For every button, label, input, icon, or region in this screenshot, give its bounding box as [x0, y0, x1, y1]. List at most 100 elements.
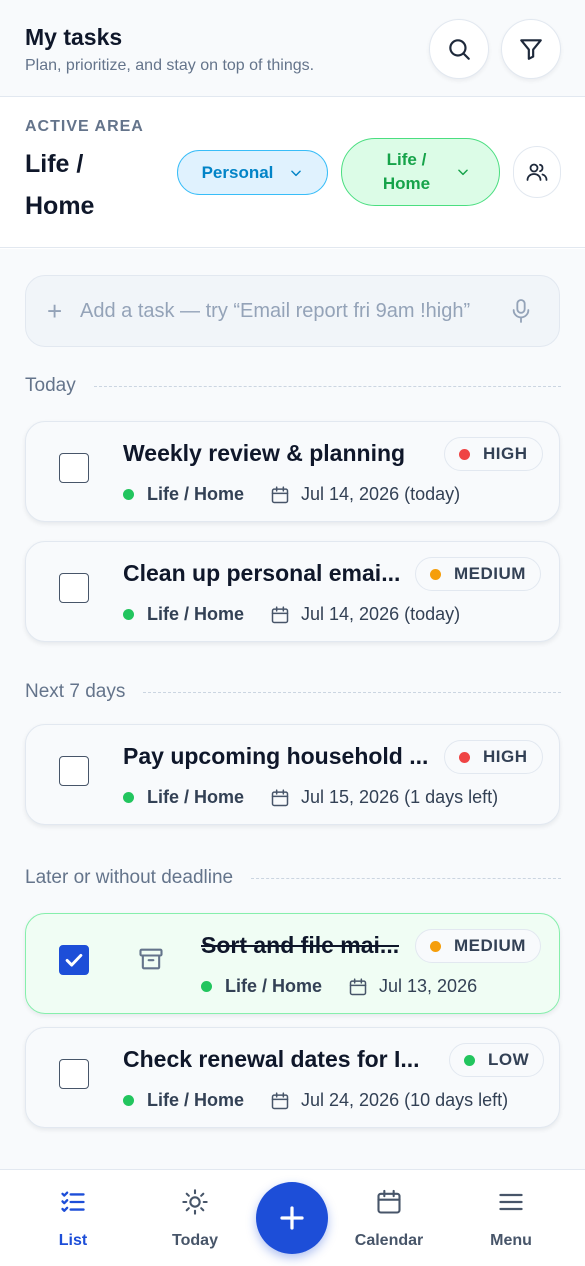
priority-label: HIGH	[483, 444, 528, 463]
priority-dot	[459, 448, 470, 460]
task-meta: Life / Home Jul 24, 2026 (10 days left)	[123, 1090, 508, 1111]
area-dot	[123, 792, 134, 803]
nav-label: List	[58, 1232, 88, 1249]
nav-list[interactable]: List	[23, 1184, 123, 1250]
task-checkbox[interactable]	[59, 756, 89, 786]
chevron-down-icon	[457, 169, 468, 176]
section-divider	[93, 385, 561, 387]
plus-icon	[280, 1206, 304, 1230]
task-title: Pay upcoming household ...	[123, 743, 429, 769]
add-task-bar[interactable]: +	[25, 275, 560, 347]
task-checkbox[interactable]	[59, 573, 89, 603]
section-header-next-7-days: Next 7 days	[25, 681, 561, 703]
task-title: Clean up personal emai...	[123, 560, 401, 586]
nav-label: Today	[172, 1232, 218, 1249]
search-button[interactable]	[429, 19, 489, 79]
priority-badge: LOW	[449, 1043, 545, 1077]
task-checkbox[interactable]	[59, 1059, 89, 1089]
people-icon	[526, 163, 548, 181]
checkmark-icon	[65, 953, 83, 967]
priority-label: MEDIUM	[454, 936, 526, 955]
task-title: Weekly review & planning	[123, 440, 406, 466]
calendar-icon	[271, 605, 289, 623]
task-meta: Life / Home Jul 13, 2026	[201, 976, 477, 997]
header: My tasks Plan, prioritize, and stay on t…	[0, 0, 585, 97]
filter-button[interactable]	[501, 19, 561, 79]
nav-calendar[interactable]: Calendar	[339, 1184, 439, 1250]
plus-icon: +	[47, 296, 63, 326]
active-area-name: Life / Home	[25, 150, 95, 220]
life-home-area-pill[interactable]: Life / Home	[341, 138, 500, 206]
priority-dot	[464, 1054, 475, 1066]
add-task-fab[interactable]	[256, 1182, 328, 1254]
priority-badge: HIGH	[444, 740, 543, 774]
priority-label: LOW	[488, 1050, 530, 1069]
task-card[interactable]: Check renewal dates for I... LOW Life / …	[25, 1027, 560, 1128]
priority-label: MEDIUM	[454, 564, 526, 583]
area-dot	[123, 609, 134, 620]
priority-dot	[430, 568, 441, 580]
section-label: Next 7 days	[25, 681, 126, 702]
personal-pill-label: Personal	[201, 162, 274, 182]
chevron-down-icon	[291, 170, 302, 176]
active-area-label: ACTIVE AREA	[25, 118, 144, 135]
task-area: Life / Home	[147, 484, 245, 504]
sun-icon	[182, 1189, 208, 1215]
task-title: Check renewal dates for I...	[123, 1046, 420, 1072]
area-dot	[123, 1095, 134, 1106]
task-date: Jul 24, 2026 (10 days left)	[301, 1090, 509, 1110]
section-label: Today	[25, 375, 76, 396]
task-date: Jul 15, 2026 (1 days left)	[301, 787, 499, 807]
task-date: Jul 13, 2026	[379, 976, 478, 996]
area-dot	[201, 981, 212, 992]
active-area-section: ACTIVE AREA Life / Home Personal Life / …	[0, 97, 585, 248]
priority-badge: HIGH	[444, 437, 543, 471]
task-checkbox[interactable]	[59, 453, 89, 483]
task-date: Jul 14, 2026 (today)	[301, 484, 461, 504]
priority-dot	[459, 751, 470, 763]
task-meta: Life / Home Jul 14, 2026 (today)	[123, 484, 460, 505]
priority-badge: MEDIUM	[415, 929, 541, 963]
page-title: My tasks	[25, 24, 123, 50]
section-header-today: Today	[25, 375, 561, 397]
nav-menu[interactable]: Menu	[461, 1184, 561, 1250]
task-title: Sort and file mai...	[201, 932, 400, 958]
section-header-later: Later or without deadline	[25, 867, 561, 889]
task-area: Life / Home	[147, 604, 245, 624]
calendar-icon	[271, 788, 289, 806]
nav-today[interactable]: Today	[145, 1184, 245, 1250]
task-date: Jul 14, 2026 (today)	[301, 604, 461, 624]
filter-icon	[520, 39, 542, 60]
nav-label: Calendar	[354, 1232, 424, 1249]
task-meta: Life / Home Jul 15, 2026 (1 days left)	[123, 787, 498, 808]
task-card-completed[interactable]: Sort and file mai... MEDIUM Life / Home …	[25, 913, 560, 1014]
calendar-icon	[377, 1189, 401, 1214]
microphone-icon[interactable]	[510, 298, 532, 324]
calendar-icon	[271, 485, 289, 503]
list-icon	[61, 1191, 85, 1212]
task-card[interactable]: Clean up personal emai... MEDIUM Life / …	[25, 541, 560, 642]
add-task-input[interactable]	[80, 296, 490, 326]
priority-badge: MEDIUM	[415, 557, 541, 591]
shared-people-button[interactable]	[513, 146, 561, 198]
personal-area-pill[interactable]: Personal	[177, 150, 328, 195]
task-card[interactable]: Weekly review & planning HIGH Life / Hom…	[25, 421, 560, 522]
priority-label: HIGH	[483, 747, 528, 766]
app: My tasks Plan, prioritize, and stay on t…	[0, 0, 585, 1266]
search-icon	[449, 39, 470, 60]
section-divider	[251, 877, 561, 879]
task-card[interactable]: Pay upcoming household ... HIGH Life / H…	[25, 724, 560, 825]
page-subtitle: Plan, prioritize, and stay on top of thi…	[25, 57, 315, 74]
priority-dot	[430, 940, 441, 952]
menu-icon	[499, 1193, 523, 1211]
life-pill-label: Life / Home	[382, 150, 431, 193]
section-divider	[143, 691, 561, 693]
calendar-icon	[349, 977, 367, 995]
task-meta: Life / Home Jul 14, 2026 (today)	[123, 604, 460, 625]
area-dot	[123, 489, 134, 500]
nav-label: Menu	[490, 1232, 532, 1249]
section-label: Later or without deadline	[25, 867, 234, 888]
task-area: Life / Home	[147, 787, 245, 807]
archive-icon[interactable]	[137, 945, 165, 973]
task-checkbox-checked[interactable]	[59, 945, 89, 975]
